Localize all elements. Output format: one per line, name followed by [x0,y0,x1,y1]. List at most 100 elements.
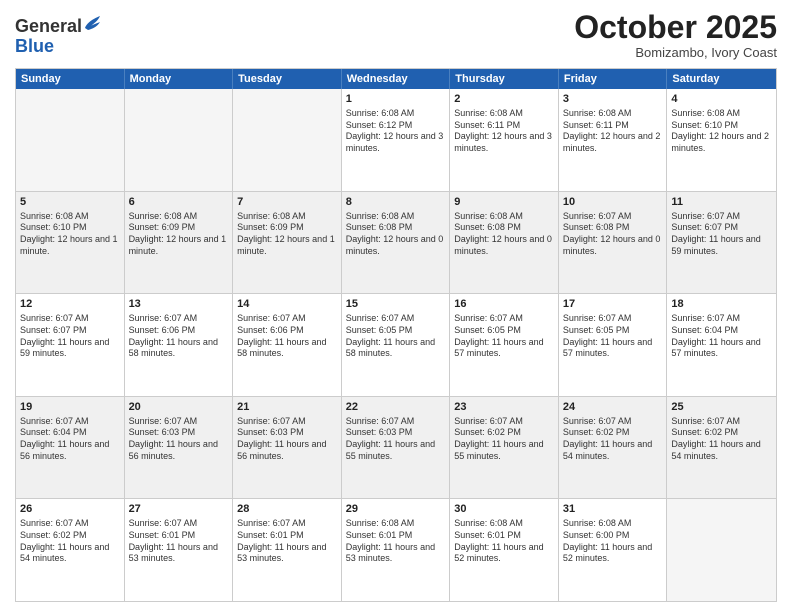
day-number: 13 [129,297,229,312]
cell-info: Sunrise: 6:08 AM Sunset: 6:08 PM Dayligh… [454,211,554,258]
month-title: October 2025 [574,10,777,45]
header-day-wednesday: Wednesday [342,69,451,89]
calendar-cell: 9Sunrise: 6:08 AM Sunset: 6:08 PM Daylig… [450,192,559,294]
day-number: 2 [454,92,554,107]
calendar-cell: 24Sunrise: 6:07 AM Sunset: 6:02 PM Dayli… [559,397,668,499]
calendar-cell: 29Sunrise: 6:08 AM Sunset: 6:01 PM Dayli… [342,499,451,601]
calendar-cell: 3Sunrise: 6:08 AM Sunset: 6:11 PM Daylig… [559,89,668,191]
calendar-cell: 21Sunrise: 6:07 AM Sunset: 6:03 PM Dayli… [233,397,342,499]
cell-info: Sunrise: 6:07 AM Sunset: 6:03 PM Dayligh… [237,416,337,463]
calendar-cell: 23Sunrise: 6:07 AM Sunset: 6:02 PM Dayli… [450,397,559,499]
calendar-cell: 1Sunrise: 6:08 AM Sunset: 6:12 PM Daylig… [342,89,451,191]
day-number: 19 [20,400,120,415]
day-number: 14 [237,297,337,312]
calendar-cell: 11Sunrise: 6:07 AM Sunset: 6:07 PM Dayli… [667,192,776,294]
cell-info: Sunrise: 6:07 AM Sunset: 6:02 PM Dayligh… [454,416,554,463]
day-number: 27 [129,502,229,517]
day-number: 22 [346,400,446,415]
logo-general: General [15,16,82,36]
calendar-cell: 15Sunrise: 6:07 AM Sunset: 6:05 PM Dayli… [342,294,451,396]
day-number: 4 [671,92,772,107]
calendar-cell: 22Sunrise: 6:07 AM Sunset: 6:03 PM Dayli… [342,397,451,499]
day-number: 17 [563,297,663,312]
calendar-cell: 18Sunrise: 6:07 AM Sunset: 6:04 PM Dayli… [667,294,776,396]
day-number: 3 [563,92,663,107]
cell-info: Sunrise: 6:08 AM Sunset: 6:11 PM Dayligh… [563,108,663,155]
cell-info: Sunrise: 6:08 AM Sunset: 6:12 PM Dayligh… [346,108,446,155]
calendar-cell: 17Sunrise: 6:07 AM Sunset: 6:05 PM Dayli… [559,294,668,396]
calendar-cell: 7Sunrise: 6:08 AM Sunset: 6:09 PM Daylig… [233,192,342,294]
calendar-cell: 20Sunrise: 6:07 AM Sunset: 6:03 PM Dayli… [125,397,234,499]
cell-info: Sunrise: 6:08 AM Sunset: 6:01 PM Dayligh… [346,518,446,565]
cell-info: Sunrise: 6:07 AM Sunset: 6:02 PM Dayligh… [20,518,120,565]
cell-info: Sunrise: 6:07 AM Sunset: 6:01 PM Dayligh… [129,518,229,565]
page: General Blue October 2025 Bomizambo, Ivo… [0,0,792,612]
day-number: 20 [129,400,229,415]
cell-info: Sunrise: 6:07 AM Sunset: 6:01 PM Dayligh… [237,518,337,565]
day-number: 10 [563,195,663,210]
header-day-friday: Friday [559,69,668,89]
calendar-cell: 12Sunrise: 6:07 AM Sunset: 6:07 PM Dayli… [16,294,125,396]
calendar-cell [667,499,776,601]
day-number: 11 [671,195,772,210]
logo: General Blue [15,14,102,57]
cell-info: Sunrise: 6:08 AM Sunset: 6:10 PM Dayligh… [671,108,772,155]
calendar-row-1: 1Sunrise: 6:08 AM Sunset: 6:12 PM Daylig… [16,89,776,192]
day-number: 8 [346,195,446,210]
cell-info: Sunrise: 6:08 AM Sunset: 6:09 PM Dayligh… [129,211,229,258]
day-number: 21 [237,400,337,415]
calendar-cell [233,89,342,191]
header-day-sunday: Sunday [16,69,125,89]
day-number: 23 [454,400,554,415]
day-number: 26 [20,502,120,517]
day-number: 25 [671,400,772,415]
header-day-saturday: Saturday [667,69,776,89]
calendar-cell: 14Sunrise: 6:07 AM Sunset: 6:06 PM Dayli… [233,294,342,396]
cell-info: Sunrise: 6:07 AM Sunset: 6:07 PM Dayligh… [20,313,120,360]
cell-info: Sunrise: 6:07 AM Sunset: 6:04 PM Dayligh… [671,313,772,360]
day-number: 5 [20,195,120,210]
calendar-row-3: 12Sunrise: 6:07 AM Sunset: 6:07 PM Dayli… [16,294,776,397]
calendar-cell: 25Sunrise: 6:07 AM Sunset: 6:02 PM Dayli… [667,397,776,499]
calendar-cell [16,89,125,191]
day-number: 28 [237,502,337,517]
calendar-row-2: 5Sunrise: 6:08 AM Sunset: 6:10 PM Daylig… [16,192,776,295]
calendar-cell: 13Sunrise: 6:07 AM Sunset: 6:06 PM Dayli… [125,294,234,396]
cell-info: Sunrise: 6:07 AM Sunset: 6:02 PM Dayligh… [671,416,772,463]
calendar-cell: 2Sunrise: 6:08 AM Sunset: 6:11 PM Daylig… [450,89,559,191]
day-number: 30 [454,502,554,517]
day-number: 18 [671,297,772,312]
header: General Blue October 2025 Bomizambo, Ivo… [15,10,777,60]
cell-info: Sunrise: 6:07 AM Sunset: 6:03 PM Dayligh… [346,416,446,463]
calendar-header: SundayMondayTuesdayWednesdayThursdayFrid… [16,69,776,89]
calendar-cell: 5Sunrise: 6:08 AM Sunset: 6:10 PM Daylig… [16,192,125,294]
cell-info: Sunrise: 6:08 AM Sunset: 6:01 PM Dayligh… [454,518,554,565]
cell-info: Sunrise: 6:07 AM Sunset: 6:04 PM Dayligh… [20,416,120,463]
cell-info: Sunrise: 6:08 AM Sunset: 6:10 PM Dayligh… [20,211,120,258]
cell-info: Sunrise: 6:08 AM Sunset: 6:08 PM Dayligh… [346,211,446,258]
calendar-cell: 19Sunrise: 6:07 AM Sunset: 6:04 PM Dayli… [16,397,125,499]
day-number: 15 [346,297,446,312]
calendar-cell: 8Sunrise: 6:08 AM Sunset: 6:08 PM Daylig… [342,192,451,294]
calendar-cell: 26Sunrise: 6:07 AM Sunset: 6:02 PM Dayli… [16,499,125,601]
day-number: 1 [346,92,446,107]
cell-info: Sunrise: 6:08 AM Sunset: 6:00 PM Dayligh… [563,518,663,565]
calendar-cell: 6Sunrise: 6:08 AM Sunset: 6:09 PM Daylig… [125,192,234,294]
header-day-tuesday: Tuesday [233,69,342,89]
cell-info: Sunrise: 6:07 AM Sunset: 6:07 PM Dayligh… [671,211,772,258]
day-number: 12 [20,297,120,312]
cell-info: Sunrise: 6:08 AM Sunset: 6:09 PM Dayligh… [237,211,337,258]
calendar-cell: 30Sunrise: 6:08 AM Sunset: 6:01 PM Dayli… [450,499,559,601]
cell-info: Sunrise: 6:07 AM Sunset: 6:03 PM Dayligh… [129,416,229,463]
cell-info: Sunrise: 6:07 AM Sunset: 6:05 PM Dayligh… [563,313,663,360]
day-number: 24 [563,400,663,415]
header-day-thursday: Thursday [450,69,559,89]
logo-text: General [15,14,102,37]
calendar-cell: 16Sunrise: 6:07 AM Sunset: 6:05 PM Dayli… [450,294,559,396]
day-number: 31 [563,502,663,517]
day-number: 7 [237,195,337,210]
calendar-row-5: 26Sunrise: 6:07 AM Sunset: 6:02 PM Dayli… [16,499,776,601]
cell-info: Sunrise: 6:07 AM Sunset: 6:08 PM Dayligh… [563,211,663,258]
calendar-cell: 28Sunrise: 6:07 AM Sunset: 6:01 PM Dayli… [233,499,342,601]
logo-bird-icon [83,14,101,34]
